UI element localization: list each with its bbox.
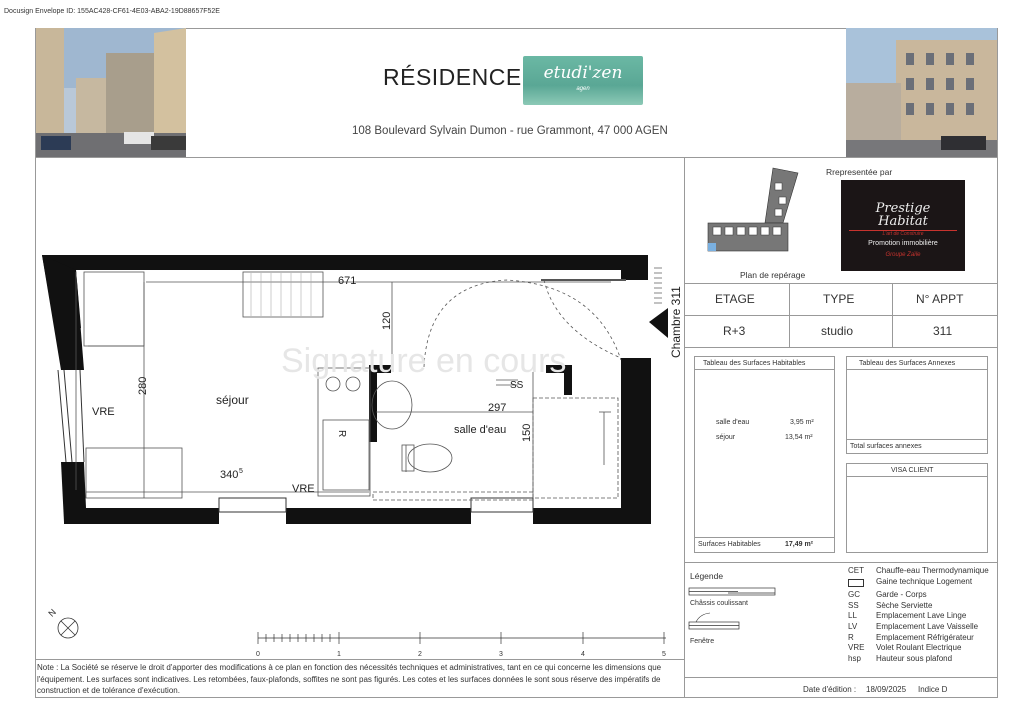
legend-top-line [684, 562, 998, 563]
legend-symbols [688, 587, 776, 630]
footer-note: Note : La Société se réserve le droit d'… [37, 663, 662, 695]
legend-desc-1: Gaine technique Logement [876, 576, 973, 586]
dim-340: 340 [220, 469, 238, 481]
logo-text: etudi'zen [543, 63, 623, 83]
table-top-line [684, 283, 998, 284]
legend-codes: CET Chauffe-eau Thermodynamique Gaine tec… [848, 566, 989, 664]
surfaces-title-divider [694, 369, 835, 370]
legend-code-6: R [848, 632, 854, 642]
date-edition-value: 18/09/2025 [866, 685, 907, 694]
prestige-line5: Groupe Zaïle [885, 252, 921, 258]
scale-tick-5: 5 [662, 651, 666, 658]
scale-tick-3: 3 [499, 651, 503, 658]
envelope-id: Docusign Envelope ID: 155AC428-CF61-4E03… [4, 8, 220, 15]
legend-fenetre-label: Fenêtre [690, 638, 715, 645]
residence-address: 108 Boulevard Sylvain Dumon - rue Grammo… [352, 125, 668, 137]
residence-title: RÉSIDENCE [383, 64, 522, 90]
surfaces-habitables-title: Tableau des Surfaces Habitables [703, 360, 806, 367]
table-bottom-line [684, 347, 998, 348]
annexes-total-divider [846, 439, 988, 440]
prestige-line4: Promotion immobilière [868, 240, 938, 247]
representee-par-label: Rrepresentée par [826, 167, 893, 177]
date-edition-label: Date d'édition : [803, 685, 857, 694]
floor-plan: Signature en cours séjour salle d'eau VR… [42, 255, 681, 658]
visa-client-title: VISA CLIENT [891, 467, 934, 474]
chambre-label: Chambre 311 [669, 286, 681, 358]
surfaces-total-value: 17,49 m² [785, 541, 814, 548]
plan-watermark: Signature en cours [281, 342, 566, 380]
surfaces-annexes-title: Tableau des Surfaces Annexes [859, 360, 956, 367]
legend-code-8: hsp [848, 653, 861, 663]
visa-title-divider [846, 476, 988, 477]
legend-desc-5: Emplacement Lave Vaisselle [876, 621, 979, 631]
value-type: studio [821, 324, 854, 338]
legend-title: Légende [690, 571, 724, 581]
legend-code-3: SS [848, 600, 859, 610]
dim-340-sup: 5 [239, 468, 243, 475]
scale-tick-0: 0 [256, 651, 260, 658]
surfaces-total-divider [694, 537, 835, 538]
plan-side-divider [684, 157, 685, 698]
legend-code-0: CET [848, 566, 864, 575]
legend-code-7: VRE [848, 643, 865, 653]
value-etage: R+3 [723, 324, 746, 338]
scale-tick-1: 1 [337, 651, 341, 658]
legend-desc-0: Chauffe-eau Thermodynamique [876, 566, 989, 575]
etudizen-logo: etudi'zen agen [523, 56, 643, 105]
dim-671: 671 [338, 275, 356, 287]
surface-row-value-0: 3,95 m² [790, 419, 814, 426]
vre-label-left: VRE [92, 406, 115, 418]
vre-label-bottom: VRE [292, 483, 315, 495]
legend-code-5: LV [848, 621, 858, 631]
gaine-technique-icon [848, 578, 864, 587]
north-label: N [46, 607, 58, 619]
table-col-divider-1 [789, 283, 790, 347]
dim-297: 297 [488, 402, 506, 414]
surfaces-total-label: Surfaces Habitables [698, 541, 761, 548]
street-photo-right [846, 28, 997, 158]
surfaces-habitables-table [694, 356, 835, 553]
annexes-title-divider [846, 369, 988, 370]
date-divider [684, 677, 998, 678]
prestige-habitat-logo: Prestige Habitat L'art de Construire Pro… [841, 180, 965, 271]
legend-desc-2: Garde - Corps [876, 590, 927, 600]
annexes-total-label: Total surfaces annexes [850, 443, 922, 450]
logo-subtext: agen [576, 86, 590, 92]
north-compass-icon: N [46, 607, 79, 639]
header-etage: ETAGE [715, 292, 755, 306]
street-photo-left [36, 28, 186, 158]
indice-label: Indice D [918, 685, 948, 694]
legend-desc-8: Hauteur sous plafond [876, 653, 953, 663]
room-label-sejour: séjour [216, 393, 249, 407]
header-divider [35, 157, 998, 158]
scale-tick-4: 4 [581, 651, 585, 658]
scale-tick-2: 2 [418, 651, 422, 658]
fridge-label: R [336, 430, 347, 437]
prestige-line2: Habitat [878, 214, 928, 229]
legend-code-2: GC [848, 590, 860, 600]
legend-desc-3: Sèche Serviette [876, 600, 933, 610]
prestige-line3: L'art de Construire [882, 231, 924, 237]
surface-row-name-0: salle d'eau [716, 419, 750, 426]
surface-row-name-1: séjour [716, 434, 736, 441]
surface-row-value-1: 13,54 m² [785, 434, 813, 441]
locator-plan [707, 167, 799, 252]
table-col-divider-2 [892, 283, 893, 347]
table-mid-line [684, 315, 998, 316]
dim-120: 120 [381, 312, 393, 330]
header-type: TYPE [823, 292, 855, 306]
room-label-salle-eau: salle d'eau [454, 424, 506, 436]
value-numero-appt: 311 [933, 324, 953, 338]
dim-280: 280 [137, 377, 149, 395]
ss-label: SS [510, 380, 524, 391]
legend-desc-7: Volet Roulant Electrique [876, 643, 962, 653]
legend-code-4: LL [848, 611, 857, 621]
plan-reperage-label: Plan de repérage [740, 270, 806, 280]
legend-desc-6: Emplacement Réfrigérateur [876, 632, 974, 642]
legend-desc-4: Emplacement Lave Linge [876, 611, 967, 621]
header-numero-appt: N° APPT [916, 292, 964, 306]
legend-chassis-label: Châssis coulissant [690, 600, 748, 607]
dim-150: 150 [521, 424, 533, 442]
